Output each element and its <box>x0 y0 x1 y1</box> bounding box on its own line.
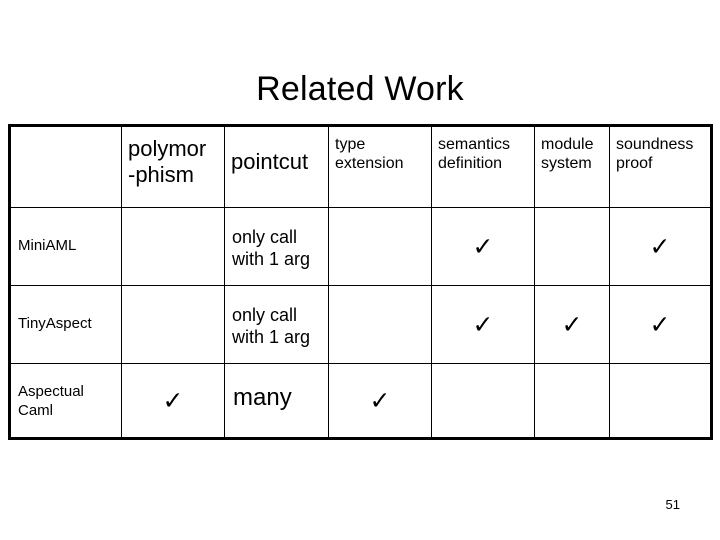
cell-aspectualcaml-module-system <box>534 363 610 439</box>
cell-value-line1: only call <box>232 305 298 325</box>
cell-value: only call with 1 arg <box>225 208 328 270</box>
cell-aspectualcaml-semantics-definition <box>431 363 535 439</box>
page-number: 51 <box>665 497 680 512</box>
header-cell-polymorphism: polymor -phism <box>121 125 225 208</box>
table-row: TinyAspect only call with 1 arg ✓ ✓ ✓ <box>9 285 712 364</box>
header-polymorphism-line2: -phism <box>128 162 195 187</box>
cell-miniaml-type-extension <box>328 207 432 286</box>
header-module-system: module system <box>535 127 609 173</box>
cell-value: many <box>233 384 292 411</box>
header-cell-semantics-definition: semantics definition <box>431 125 535 208</box>
header-module-system-line2: system <box>541 155 592 172</box>
cell-value: only call with 1 arg <box>225 286 328 348</box>
header-soundness-proof-line1: soundness <box>616 136 694 153</box>
check-icon: ✓ <box>649 310 671 339</box>
cell-aspectualcaml-pointcut: many <box>224 363 329 439</box>
row-label-cell: MiniAML <box>9 207 122 286</box>
header-semantics-definition-line2: definition <box>438 155 503 172</box>
check-icon: ✓ <box>649 232 671 261</box>
header-semantics-definition: semantics definition <box>432 127 534 173</box>
cell-tinyaspect-pointcut: only call with 1 arg <box>224 285 329 364</box>
header-module-system-line1: module <box>541 136 594 153</box>
row-label-line2: Caml <box>18 402 54 419</box>
check-icon: ✓ <box>472 310 494 339</box>
header-cell-type-extension: type extension <box>328 125 432 208</box>
page-title: Related Work <box>256 69 464 108</box>
cell-miniaml-polymorphism <box>121 207 225 286</box>
cell-tinyaspect-soundness-proof: ✓ <box>609 285 712 364</box>
check-icon: ✓ <box>369 386 391 415</box>
header-polymorphism-line1: polymor <box>128 136 207 161</box>
row-label-cell: Aspectual Caml <box>9 363 122 439</box>
check-icon: ✓ <box>561 310 583 339</box>
header-semantics-definition-line1: semantics <box>438 136 511 153</box>
table-row: Aspectual Caml ✓ many ✓ <box>9 363 712 439</box>
cell-aspectualcaml-soundness-proof <box>609 363 712 439</box>
corner-blank <box>11 127 121 135</box>
header-cell-soundness-proof: soundness proof <box>609 125 712 208</box>
table-header-row: polymor -phism pointcut type extension sem… <box>9 125 712 208</box>
header-type-extension: type extension <box>329 127 431 173</box>
comparison-table: polymor -phism pointcut type extension sem… <box>8 124 713 440</box>
cell-tinyaspect-type-extension <box>328 285 432 364</box>
table-row: MiniAML only call with 1 arg ✓ ✓ <box>9 207 712 286</box>
related-work-table-wrapper: polymor -phism pointcut type extension sem… <box>8 124 713 440</box>
cell-value-line1: only call <box>232 227 298 247</box>
header-cell-corner <box>9 125 122 208</box>
header-pointcut: pointcut <box>231 149 309 174</box>
cell-value-line2: with 1 arg <box>232 249 311 269</box>
check-icon: ✓ <box>162 386 184 415</box>
cell-value-line2: with 1 arg <box>232 327 311 347</box>
header-soundness-proof: soundness proof <box>610 127 710 173</box>
header-cell-pointcut: pointcut <box>224 125 329 208</box>
cell-miniaml-soundness-proof: ✓ <box>609 207 712 286</box>
header-cell-module-system: module system <box>534 125 610 208</box>
cell-tinyaspect-semantics-definition: ✓ <box>431 285 535 364</box>
cell-miniaml-module-system <box>534 207 610 286</box>
check-icon: ✓ <box>472 232 494 261</box>
row-label-cell: TinyAspect <box>9 285 122 364</box>
cell-aspectualcaml-type-extension: ✓ <box>328 363 432 439</box>
cell-tinyaspect-module-system: ✓ <box>534 285 610 364</box>
header-type-extension-line2: extension <box>335 155 404 172</box>
cell-tinyaspect-polymorphism <box>121 285 225 364</box>
row-label-line1: Aspectual <box>18 383 84 400</box>
cell-miniaml-semantics-definition: ✓ <box>431 207 535 286</box>
row-label-miniaml: MiniAML <box>18 237 77 254</box>
row-label-aspectual-caml: Aspectual Caml <box>11 364 121 420</box>
header-soundness-proof-line2: proof <box>616 155 653 172</box>
header-type-extension-line1: type <box>335 136 366 153</box>
cell-aspectualcaml-polymorphism: ✓ <box>121 363 225 439</box>
cell-miniaml-pointcut: only call with 1 arg <box>224 207 329 286</box>
header-polymorphism: polymor -phism <box>122 127 224 188</box>
row-label-tinyaspect: TinyAspect <box>18 315 92 332</box>
